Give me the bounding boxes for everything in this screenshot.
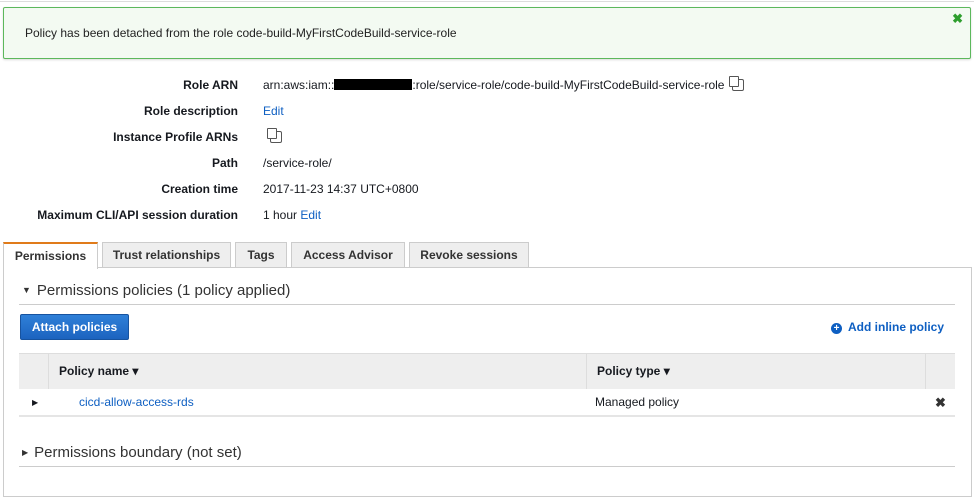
caret-down-icon: ▼: [22, 285, 31, 295]
attach-policies-button[interactable]: Attach policies: [20, 314, 129, 340]
creation-time-value: 2017-11-23 14:37 UTC+0800: [263, 182, 419, 196]
role-arn-label: Role ARN: [183, 78, 238, 92]
redacted-account-id: [334, 79, 413, 90]
top-divider: [0, 1, 974, 2]
copy-icon[interactable]: [267, 128, 282, 143]
policy-name-header[interactable]: Policy name ▾: [48, 354, 586, 389]
expand-row-icon[interactable]: ▶: [32, 389, 38, 416]
creation-time-row: Creation time 2017-11-23 14:37 UTC+0800: [0, 182, 974, 200]
role-arn-row: Role ARN arn:aws:iam:::role/service-role…: [0, 76, 974, 96]
actions-column-header: [925, 354, 955, 389]
permissions-boundary-toggle[interactable]: ▶ Permissions boundary (not set): [22, 444, 242, 461]
tab-permissions[interactable]: Permissions: [3, 242, 98, 269]
instance-profile-label: Instance Profile ARNs: [113, 130, 238, 144]
path-value: /service-role/: [263, 156, 332, 170]
expand-column-header: [19, 354, 48, 389]
tab-revoke-sessions[interactable]: Revoke sessions: [409, 242, 529, 268]
role-description-label: Role description: [143, 104, 238, 118]
policy-type-header[interactable]: Policy type ▾: [586, 354, 925, 389]
divider: [19, 304, 955, 305]
permissions-policies-toggle[interactable]: ▼ Permissions policies (1 policy applied): [22, 282, 290, 299]
success-alert: Policy has been detached from the role c…: [3, 7, 971, 59]
tab-tags[interactable]: Tags: [235, 242, 287, 268]
tab-trust-relationships[interactable]: Trust relationships: [102, 242, 231, 268]
add-inline-label: Add inline policy: [848, 320, 945, 334]
path-label: Path: [211, 156, 238, 170]
caret-right-icon: ▶: [22, 448, 29, 457]
tab-access-advisor[interactable]: Access Advisor: [291, 242, 405, 268]
arn-suffix: :role/service-role/code-build-MyFirstCod…: [412, 78, 725, 92]
session-duration-label: Maximum CLI/API session duration: [37, 208, 238, 222]
alert-message: Policy has been detached from the role c…: [25, 26, 457, 40]
role-arn-value: arn:aws:iam:::role/service-role/code-bui…: [263, 76, 745, 92]
path-row: Path /service-role/: [0, 156, 974, 174]
role-description-row: Role description Edit: [0, 104, 974, 122]
edit-description-link[interactable]: Edit: [263, 104, 284, 118]
plus-circle-icon: +: [831, 323, 842, 334]
close-icon[interactable]: ✖: [952, 11, 963, 27]
boundary-title: Permissions boundary (not set): [34, 444, 242, 461]
add-inline-policy-link[interactable]: + Add inline policy: [831, 320, 944, 334]
instance-profile-row: Instance Profile ARNs: [0, 128, 974, 148]
arn-prefix: arn:aws:iam::: [263, 78, 335, 92]
table-header: Policy name ▾ Policy type ▾: [19, 353, 955, 389]
session-duration-value: 1 hour: [263, 208, 298, 222]
creation-time-label: Creation time: [161, 182, 238, 196]
policy-type-value: Managed policy: [595, 395, 680, 409]
section-title: Permissions policies (1 policy applied): [36, 282, 291, 299]
copy-icon[interactable]: [729, 76, 745, 91]
table-row: ▶ cicd-allow-access-rds Managed policy ✖: [19, 389, 955, 417]
edit-duration-link[interactable]: Edit: [300, 208, 321, 222]
policy-name-link[interactable]: cicd-allow-access-rds: [79, 395, 194, 409]
divider: [19, 466, 955, 467]
session-duration-row: Maximum CLI/API session duration 1 hour …: [0, 208, 974, 226]
detach-policy-icon[interactable]: ✖: [935, 389, 946, 416]
